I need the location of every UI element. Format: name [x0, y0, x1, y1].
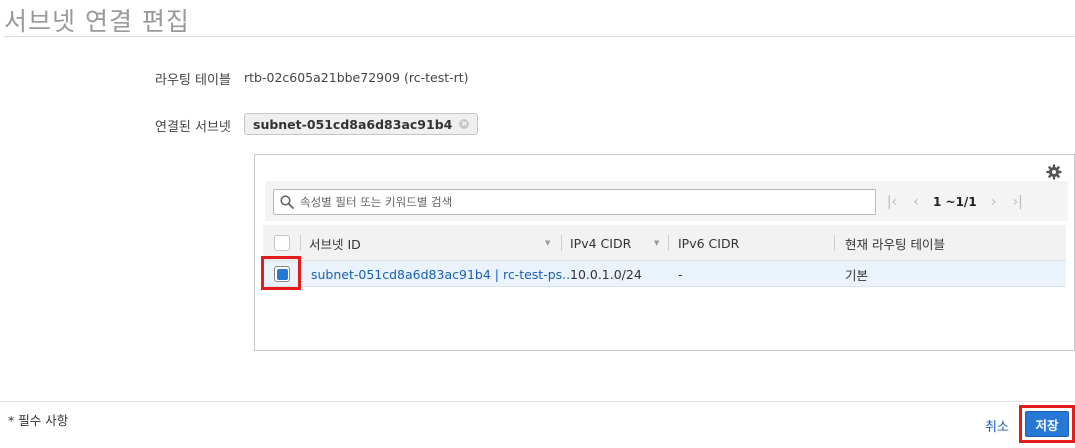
save-highlight — [1019, 405, 1075, 443]
page-range-text: 1 ~1/1 — [933, 195, 977, 209]
chip-remove-icon[interactable]: × — [459, 119, 470, 129]
col-header-label: IPv6 CIDR — [678, 235, 740, 251]
col-header-label: 서브넷 ID — [309, 236, 361, 252]
search-icon — [274, 190, 300, 214]
required-note: * 필수 사항 — [8, 413, 69, 428]
route-table-label: 라우팅 테이블 — [155, 73, 231, 88]
sort-down-icon[interactable]: ▼ — [545, 239, 550, 247]
search-box[interactable] — [273, 189, 876, 215]
prev-page-icon[interactable]: ‹ — [909, 193, 923, 211]
search-input[interactable] — [300, 195, 860, 209]
column-divider — [561, 235, 562, 251]
subnet-table: 서브넷 ID ▼ IPv4 CIDR ▼ IPv6 CIDR 현재 라우팅 테이… — [263, 225, 1066, 287]
table-row[interactable]: subnet-051cd8a6d83ac91b4 | rc-test-ps...… — [263, 261, 1066, 287]
first-page-icon[interactable]: |‹ — [885, 193, 899, 211]
column-divider — [668, 235, 669, 251]
route-table-cell: 기본 — [845, 267, 869, 283]
page-title: 서브넷 연결 편집 — [4, 7, 190, 36]
pagination: |‹ ‹ 1 ~1/1 › ›| — [885, 193, 1025, 211]
sort-down-icon[interactable]: ▼ — [654, 239, 659, 247]
selected-subnet-chip: subnet-051cd8a6d83ac91b4 × — [244, 113, 479, 135]
col-header-label: 현재 라우팅 테이블 — [845, 236, 945, 252]
col-header-label: IPv4 CIDR — [570, 235, 632, 251]
last-page-icon[interactable]: ›| — [1011, 193, 1025, 211]
subnet-id-link[interactable]: subnet-051cd8a6d83ac91b4 | rc-test-ps... — [311, 261, 574, 287]
col-header-subnet-id[interactable]: 서브넷 ID ▼ — [309, 225, 559, 261]
ipv4-cidr-cell: 10.0.1.0/24 — [570, 266, 642, 282]
route-table-value: rtb-02c605a21bbe72909 (rc-test-rt) — [244, 70, 469, 85]
col-header-ipv4[interactable]: IPv4 CIDR ▼ — [570, 225, 670, 261]
col-header-ipv6[interactable]: IPv6 CIDR — [678, 225, 739, 261]
checkbox-highlight — [261, 256, 301, 290]
cancel-button[interactable]: 취소 — [985, 416, 1009, 435]
col-header-route-table[interactable]: 현재 라우팅 테이블 — [845, 225, 945, 261]
subnet-selection-panel: |‹ ‹ 1 ~1/1 › ›| 서브넷 ID ▼ IPv4 CIDR ▼ IP… — [254, 154, 1075, 351]
title-divider — [4, 36, 1075, 37]
next-page-icon[interactable]: › — [987, 193, 1001, 211]
column-divider — [300, 235, 301, 251]
ipv6-cidr-cell: - — [678, 266, 683, 282]
table-header: 서브넷 ID ▼ IPv4 CIDR ▼ IPv6 CIDR 현재 라우팅 테이… — [263, 225, 1066, 261]
chip-label: subnet-051cd8a6d83ac91b4 — [253, 116, 453, 132]
select-all-checkbox[interactable] — [274, 235, 290, 251]
gear-icon[interactable] — [1046, 164, 1062, 180]
column-divider — [834, 235, 835, 251]
associated-subnets-label: 연결된 서브넷 — [155, 120, 231, 135]
footer-divider — [0, 401, 1075, 402]
